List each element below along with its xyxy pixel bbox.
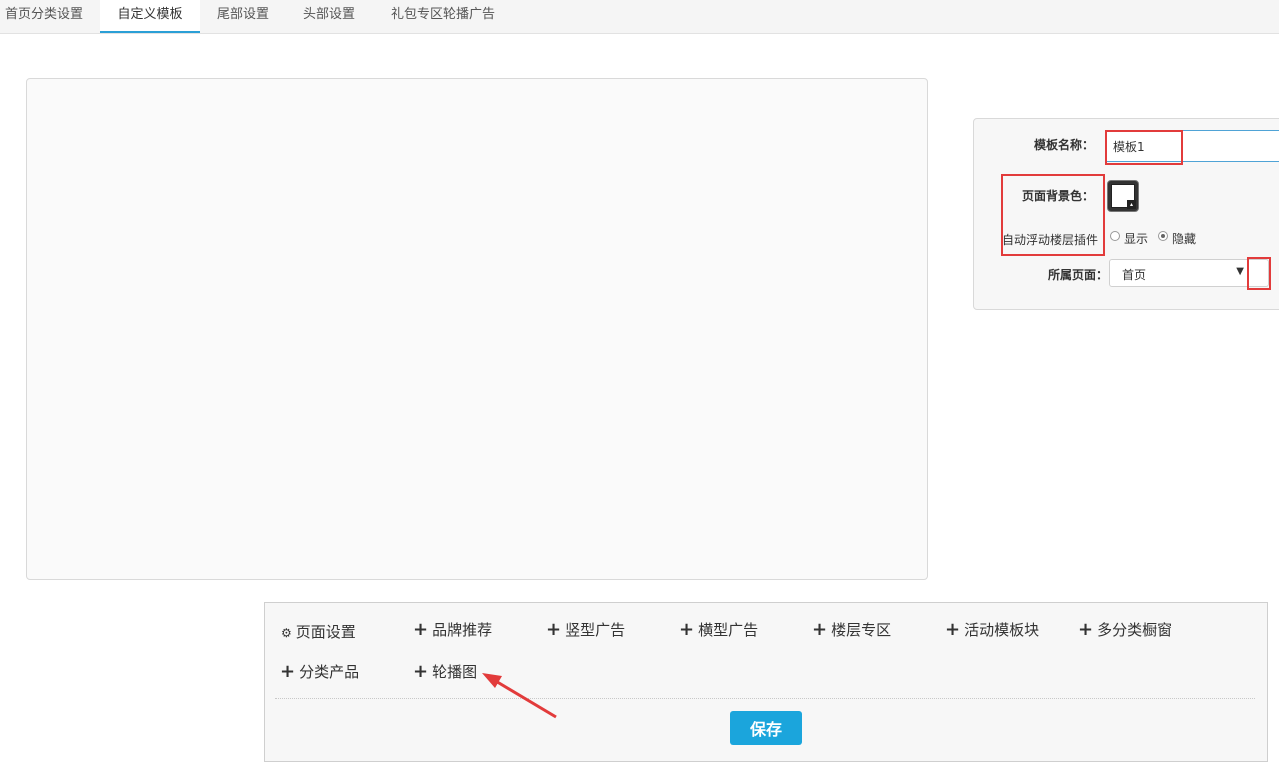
float-hide-label: 隐藏 bbox=[1172, 232, 1197, 246]
plus-icon: + bbox=[280, 661, 296, 682]
plus-icon: + bbox=[1078, 619, 1094, 640]
toolbox-divider bbox=[275, 698, 1255, 699]
add-brand-recommend-button[interactable]: + 品牌推荐 bbox=[413, 619, 492, 640]
component-toolbox: ⚙ 页面设置 + 品牌推荐 + 竖型广告 + 横型广告 + 楼层专区 + 活动模板块 + 多分… bbox=[264, 602, 1268, 762]
add-category-products-button[interactable]: + 分类产品 bbox=[280, 661, 359, 682]
float-show-label: 显示 bbox=[1124, 232, 1149, 246]
tab-home-category-settings[interactable]: 首页分类设置 bbox=[0, 0, 88, 33]
highlight-dropdown-box bbox=[1247, 257, 1271, 290]
caret-icon: ▴ bbox=[1127, 200, 1136, 209]
float-hide-radio[interactable] bbox=[1158, 231, 1168, 241]
template-name-label: 模板名称： bbox=[1034, 138, 1095, 152]
highlight-name-box bbox=[1105, 130, 1183, 165]
highlight-labels-box bbox=[1001, 174, 1105, 256]
page-select[interactable]: 首页 ▼ bbox=[1109, 259, 1269, 287]
plus-icon: + bbox=[413, 619, 429, 640]
plus-icon: + bbox=[546, 619, 562, 640]
page-settings-button[interactable]: ⚙ 页面设置 bbox=[281, 621, 356, 642]
gear-icon: ⚙ bbox=[281, 626, 292, 640]
dropdown-arrow-icon[interactable]: ▼ bbox=[1236, 266, 1244, 277]
plus-icon: + bbox=[679, 619, 695, 640]
tab-bar: 首页分类设置 自定义模板 尾部设置 头部设置 礼包专区轮播广告 bbox=[0, 0, 1279, 34]
page-select-label: 所属页面： bbox=[1048, 268, 1109, 282]
plus-icon: + bbox=[945, 619, 961, 640]
tab-footer-settings[interactable]: 尾部设置 bbox=[208, 0, 278, 33]
add-horizontal-ad-button[interactable]: + 横型广告 bbox=[679, 619, 758, 640]
add-floor-zone-button[interactable]: + 楼层专区 bbox=[812, 619, 891, 640]
tab-custom-template[interactable]: 自定义模板 bbox=[100, 0, 200, 33]
add-carousel-button[interactable]: + 轮播图 bbox=[413, 661, 477, 682]
bg-color-picker[interactable]: ▴ bbox=[1107, 180, 1139, 212]
add-activity-block-button[interactable]: + 活动模板块 bbox=[945, 619, 1039, 640]
tab-gift-carousel-ads[interactable]: 礼包专区轮播广告 bbox=[380, 0, 506, 33]
plus-icon: + bbox=[413, 661, 429, 682]
add-vertical-ad-button[interactable]: + 竖型广告 bbox=[546, 619, 625, 640]
template-settings-panel: 模板名称： 页面背景色： ▴ 自动浮动楼层插件 显示 隐藏 所属页面： 首页 ▼ bbox=[973, 118, 1279, 310]
save-button[interactable]: 保存 bbox=[730, 711, 802, 745]
page-select-value: 首页 bbox=[1122, 268, 1147, 282]
tab-header-settings[interactable]: 头部设置 bbox=[294, 0, 364, 33]
template-preview-canvas bbox=[26, 78, 928, 580]
plus-icon: + bbox=[812, 619, 828, 640]
add-multi-category-window-button[interactable]: + 多分类橱窗 bbox=[1078, 619, 1172, 640]
float-show-radio[interactable] bbox=[1110, 231, 1120, 241]
